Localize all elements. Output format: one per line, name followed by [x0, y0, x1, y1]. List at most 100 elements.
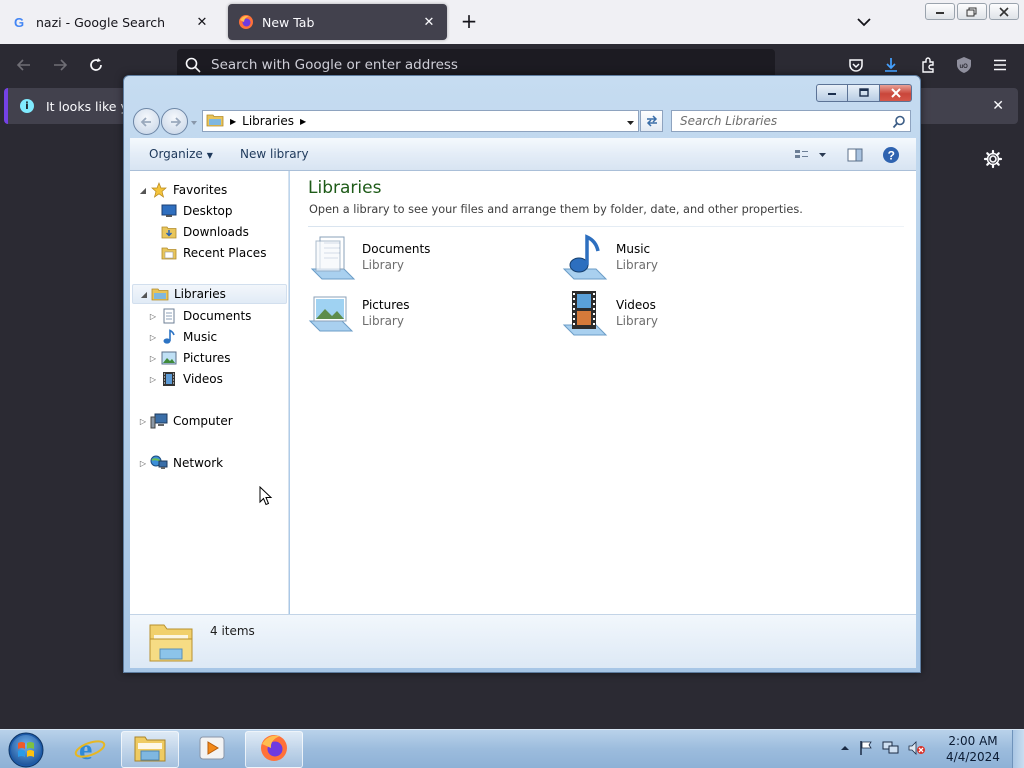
back-arrow-icon[interactable]: [13, 54, 35, 76]
music-note-icon: [160, 329, 178, 345]
nav-desktop[interactable]: Desktop: [160, 201, 233, 221]
taskbar-firefox[interactable]: [245, 731, 303, 768]
action-center-flag-icon[interactable]: [858, 740, 874, 759]
tab-title: nazi - Google Search: [36, 14, 166, 30]
show-hidden-icons-icon[interactable]: [840, 742, 850, 756]
show-desktop-button[interactable]: [1012, 730, 1024, 768]
library-name: Videos: [616, 298, 656, 312]
nav-pictures[interactable]: ▷ Pictures: [148, 348, 231, 368]
nav-libraries[interactable]: ◢ Libraries: [132, 284, 287, 304]
collapsed-triangle-icon[interactable]: ▷: [148, 354, 158, 363]
organize-label: Organize: [149, 147, 203, 161]
close-window-button[interactable]: [989, 3, 1019, 20]
nav-favorites[interactable]: ◢ Favorites: [138, 180, 227, 200]
nav-recent-places[interactable]: Recent Places: [160, 243, 266, 263]
recent-pages-dropdown-icon[interactable]: [189, 117, 199, 127]
search-libraries-input[interactable]: Search Libraries: [671, 110, 911, 132]
preview-pane-button[interactable]: [846, 146, 864, 164]
nav-network-label: Network: [173, 456, 224, 470]
collapsed-triangle-icon[interactable]: ▷: [148, 333, 158, 342]
tab-google-search[interactable]: G nazi - Google Search ✕: [2, 4, 220, 40]
collapsed-triangle-icon[interactable]: ▷: [138, 417, 148, 426]
music-library-icon: [562, 233, 612, 281]
google-icon: G: [12, 14, 28, 30]
network-status-icon[interactable]: [882, 740, 900, 759]
chevron-down-icon: ▼: [206, 151, 213, 160]
organize-button[interactable]: Organize ▼: [149, 147, 213, 161]
breadcrumb-separator-icon[interactable]: ▶: [300, 117, 306, 126]
libraries-folder-icon: [206, 113, 224, 130]
address-dropdown-icon[interactable]: [626, 116, 635, 130]
hamburger-menu-icon[interactable]: [989, 54, 1011, 76]
reload-icon[interactable]: [85, 54, 107, 76]
nav-computer[interactable]: ▷ Computer: [138, 411, 233, 431]
command-bar: Organize ▼ New library ?: [130, 138, 916, 171]
close-tab-icon[interactable]: ✕: [194, 14, 210, 30]
nav-downloads[interactable]: Downloads: [160, 222, 249, 242]
pocket-icon[interactable]: [845, 54, 867, 76]
breadcrumb-libraries[interactable]: Libraries: [242, 114, 294, 128]
close-notification-icon[interactable]: ✕: [992, 98, 1004, 114]
library-tile-videos[interactable]: Videos Library: [562, 289, 802, 341]
forward-button[interactable]: [161, 108, 188, 135]
explorer-close-button[interactable]: [880, 84, 912, 102]
new-library-button[interactable]: New library: [240, 147, 309, 161]
page-subtitle: Open a library to see your files and arr…: [309, 203, 803, 216]
gear-icon[interactable]: [983, 149, 1003, 169]
library-tile-music[interactable]: Music Library: [562, 233, 802, 285]
start-button[interactable]: [6, 731, 46, 768]
breadcrumb-separator-icon[interactable]: ▶: [230, 117, 236, 126]
tab-title: New Tab: [262, 14, 315, 30]
help-icon[interactable]: ?: [882, 146, 900, 164]
minimize-window-button[interactable]: [925, 3, 955, 20]
navigation-pane: ◢ Favorites Desktop Downloads Recent Pla…: [130, 171, 289, 614]
downloads-folder-icon: [160, 224, 178, 240]
tab-new-tab[interactable]: New Tab ✕: [228, 4, 447, 40]
document-icon: [160, 308, 178, 324]
pictures-library-icon: [308, 289, 358, 337]
refresh-button[interactable]: [640, 110, 663, 132]
downloads-icon[interactable]: [880, 54, 902, 76]
divider: [308, 226, 904, 227]
library-tile-documents[interactable]: Documents Library: [308, 233, 548, 285]
collapsed-triangle-icon[interactable]: ▷: [148, 312, 158, 321]
nav-videos-label: Videos: [183, 372, 223, 386]
taskbar-internet-explorer[interactable]: e: [61, 731, 119, 768]
firefox-icon: [259, 733, 289, 766]
extensions-icon[interactable]: [917, 54, 939, 76]
nav-documents[interactable]: ▷ Documents: [148, 306, 251, 326]
collapsed-triangle-icon[interactable]: ▷: [138, 459, 148, 468]
star-icon: [150, 182, 168, 198]
explorer-maximize-button[interactable]: [848, 84, 880, 102]
taskbar-windows-explorer[interactable]: [121, 731, 179, 768]
volume-muted-icon[interactable]: [908, 740, 926, 759]
expanded-triangle-icon[interactable]: ◢: [138, 186, 148, 195]
collapsed-triangle-icon[interactable]: ▷: [148, 375, 158, 384]
library-type: Library: [616, 258, 658, 272]
explorer-address-bar[interactable]: ▶ Libraries ▶: [202, 110, 639, 132]
nav-videos[interactable]: ▷ Videos: [148, 369, 223, 389]
explorer-minimize-button[interactable]: [816, 84, 848, 102]
search-icon: [185, 57, 201, 77]
videos-library-icon: [562, 289, 612, 337]
page-title: Libraries: [308, 178, 382, 198]
back-button[interactable]: [133, 108, 160, 135]
taskbar-clock[interactable]: 2:00 AM 4/4/2024: [944, 733, 1002, 765]
nav-network[interactable]: ▷ Network: [138, 453, 223, 473]
list-all-tabs-icon[interactable]: [854, 12, 874, 32]
expanded-triangle-icon[interactable]: ◢: [139, 290, 149, 299]
change-view-button[interactable]: [791, 146, 829, 164]
nav-desktop-label: Desktop: [183, 204, 233, 218]
ublock-origin-icon[interactable]: uO: [953, 54, 975, 76]
search-icon[interactable]: [892, 115, 906, 132]
forward-arrow-icon[interactable]: [49, 54, 71, 76]
mouse-cursor-icon: [259, 485, 273, 506]
close-tab-icon[interactable]: ✕: [421, 14, 437, 30]
restore-window-button[interactable]: [957, 3, 987, 20]
media-player-icon: [197, 733, 227, 766]
library-tile-pictures[interactable]: Pictures Library: [308, 289, 548, 341]
new-tab-button[interactable]: +: [458, 11, 480, 33]
taskbar-media-player[interactable]: [183, 731, 241, 768]
clock-date: 4/4/2024: [946, 750, 1000, 764]
nav-music[interactable]: ▷ Music: [148, 327, 217, 347]
